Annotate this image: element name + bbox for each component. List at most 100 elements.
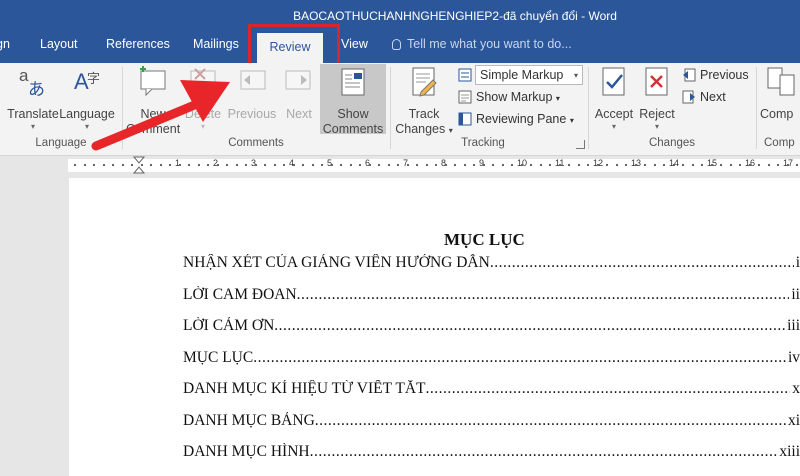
toc-entry[interactable]: DANH MỤC HÌNH ..........................… [183,443,800,463]
toc-entry[interactable]: NHẬN XÉT CỦA GIẢNG VIÊN HƯỚNG DẪN ......… [183,254,800,274]
ruler-number: 4 [289,158,295,168]
ruler-tick [758,164,760,166]
toc-entry[interactable]: LỜI CẢM ƠN .............................… [183,317,800,337]
tell-me-box[interactable]: Tell me what you want to do... [392,37,572,51]
ruler-tick [359,164,361,166]
horizontal-ruler[interactable]: 1 2 3 4 5 6 7 8 9 10 11 12 13 14 15 16 17 [0,156,800,174]
svg-text:字: 字 [87,72,100,87]
group-label-language: Language [35,137,87,149]
show-markup-button[interactable]: Show Markup ▾ [458,87,560,107]
ruler-tick [312,164,314,166]
delete-comment-button[interactable]: Delete ▾ [180,65,226,132]
ruler-tick [530,164,532,166]
toc-entry-title: NHẬN XÉT CỦA GIẢNG VIÊN HƯỚNG DẪN [183,254,490,271]
ruler-tick [378,164,380,166]
new-comment-label: New [140,107,166,121]
ruler-number: 8 [441,158,447,168]
toc-entry[interactable]: DANH MỤC KÍ HIỆU TỪ VIẾT TẮT ...........… [183,380,800,400]
ruler-tick [103,164,105,166]
ruler-number: 3 [251,158,257,168]
translate-button[interactable]: a あ Translate ▾ [6,65,60,132]
ruler-tick [720,164,722,166]
ribbon-divider [756,67,757,149]
tab-design[interactable]: gn [0,37,10,51]
ruler-tick [730,164,732,166]
reviewing-pane-button[interactable]: Reviewing Pane ▾ [458,109,574,129]
ruler-tick [445,164,447,166]
ruler-tick [777,164,779,166]
chevron-down-icon: ▾ [573,71,578,80]
tab-layout[interactable]: Layout [40,37,78,51]
ruler-tick [407,164,409,166]
ruler-tick [350,164,352,166]
ruler-tick [188,164,190,166]
ruler-tick [483,164,485,166]
toc-leader-dots: ........................................… [489,254,794,271]
ruler-tick [245,164,247,166]
track-changes-label-2: Changes [395,122,446,136]
reject-icon [645,67,668,96]
ruler-number: 5 [327,158,333,168]
ruler-tick [426,164,428,166]
ruler-tick [711,164,713,166]
ruler-tick [739,164,741,166]
tab-view[interactable]: View [341,37,368,51]
ruler-tick [283,164,285,166]
toc-entry-page: x [792,380,800,397]
toc-entry[interactable]: LỜI CAM ĐOAN ...........................… [183,286,800,306]
next-change-icon [682,90,695,104]
ruler-tick [787,164,789,166]
translate-icon: a あ [19,66,45,100]
ruler-tick [796,164,798,166]
group-label-changes: Changes [648,137,696,149]
ruler-tick [673,164,675,166]
ruler-tick [264,164,266,166]
group-label-compare: Comp [764,137,795,149]
ruler-tick [131,164,133,166]
ruler-tick [255,164,257,166]
previous-change-button[interactable]: Previous [682,65,749,85]
tracking-dialog-launcher[interactable] [576,140,585,149]
ruler-tick [226,164,228,166]
toc-entry[interactable]: DANH MỤC BẢNG ..........................… [183,412,800,432]
toc-entry[interactable]: MỤC LỤC ................................… [183,349,800,369]
svg-text:あ: あ [28,80,45,99]
compare-button[interactable]: Comp [760,65,800,122]
ruler-tick [682,164,684,166]
next-comment-button[interactable]: Next [280,65,318,122]
ruler-tick [217,164,219,166]
toc-entry-page: iv [787,348,800,366]
new-comment-button[interactable]: New Comment [126,65,180,137]
new-comment-label-2: Comment [126,122,181,136]
previous-comment-label: Previous [227,107,277,121]
language-icon: A 字 [74,69,100,94]
indent-marker-icon[interactable] [132,156,146,174]
previous-comment-button[interactable]: Previous [226,65,278,122]
accept-button[interactable]: Accept ▾ [592,65,636,132]
delete-comment-icon [190,68,216,90]
ruler-tick [749,164,751,166]
ruler-tick [492,164,494,166]
toc-entry-page: xi [787,411,800,429]
next-change-button[interactable]: Next [682,87,726,107]
next-comment-icon [285,70,311,90]
ruler-number: 10 [517,158,528,168]
ruler-tick [388,164,390,166]
ruler-tick [207,164,209,166]
ruler-tick [198,164,200,166]
reject-button[interactable]: Reject ▾ [636,65,678,132]
tab-mailings[interactable]: Mailings [193,37,239,51]
group-label-tracking: Tracking [461,137,505,149]
toc-leader-dots: ........................................… [425,380,791,397]
language-label: Language [59,107,115,121]
track-changes-button[interactable]: Track Changes ▾ [394,65,454,138]
ruler-tick [302,164,304,166]
language-button[interactable]: A 字 Language ▾ [58,65,116,132]
tab-references[interactable]: References [106,37,170,51]
document-page[interactable]: MỤC LỤC NHẬN XÉT CỦA GIẢNG VIÊN HƯỚNG DẪ… [69,178,800,476]
translate-label: Translate [7,107,59,121]
markup-select[interactable]: Simple Markup ▾ [475,65,583,85]
previous-change-label: Previous [700,68,749,82]
toc-entry-title: DANH MỤC BẢNG [183,411,315,429]
ruler-tick [435,164,437,166]
